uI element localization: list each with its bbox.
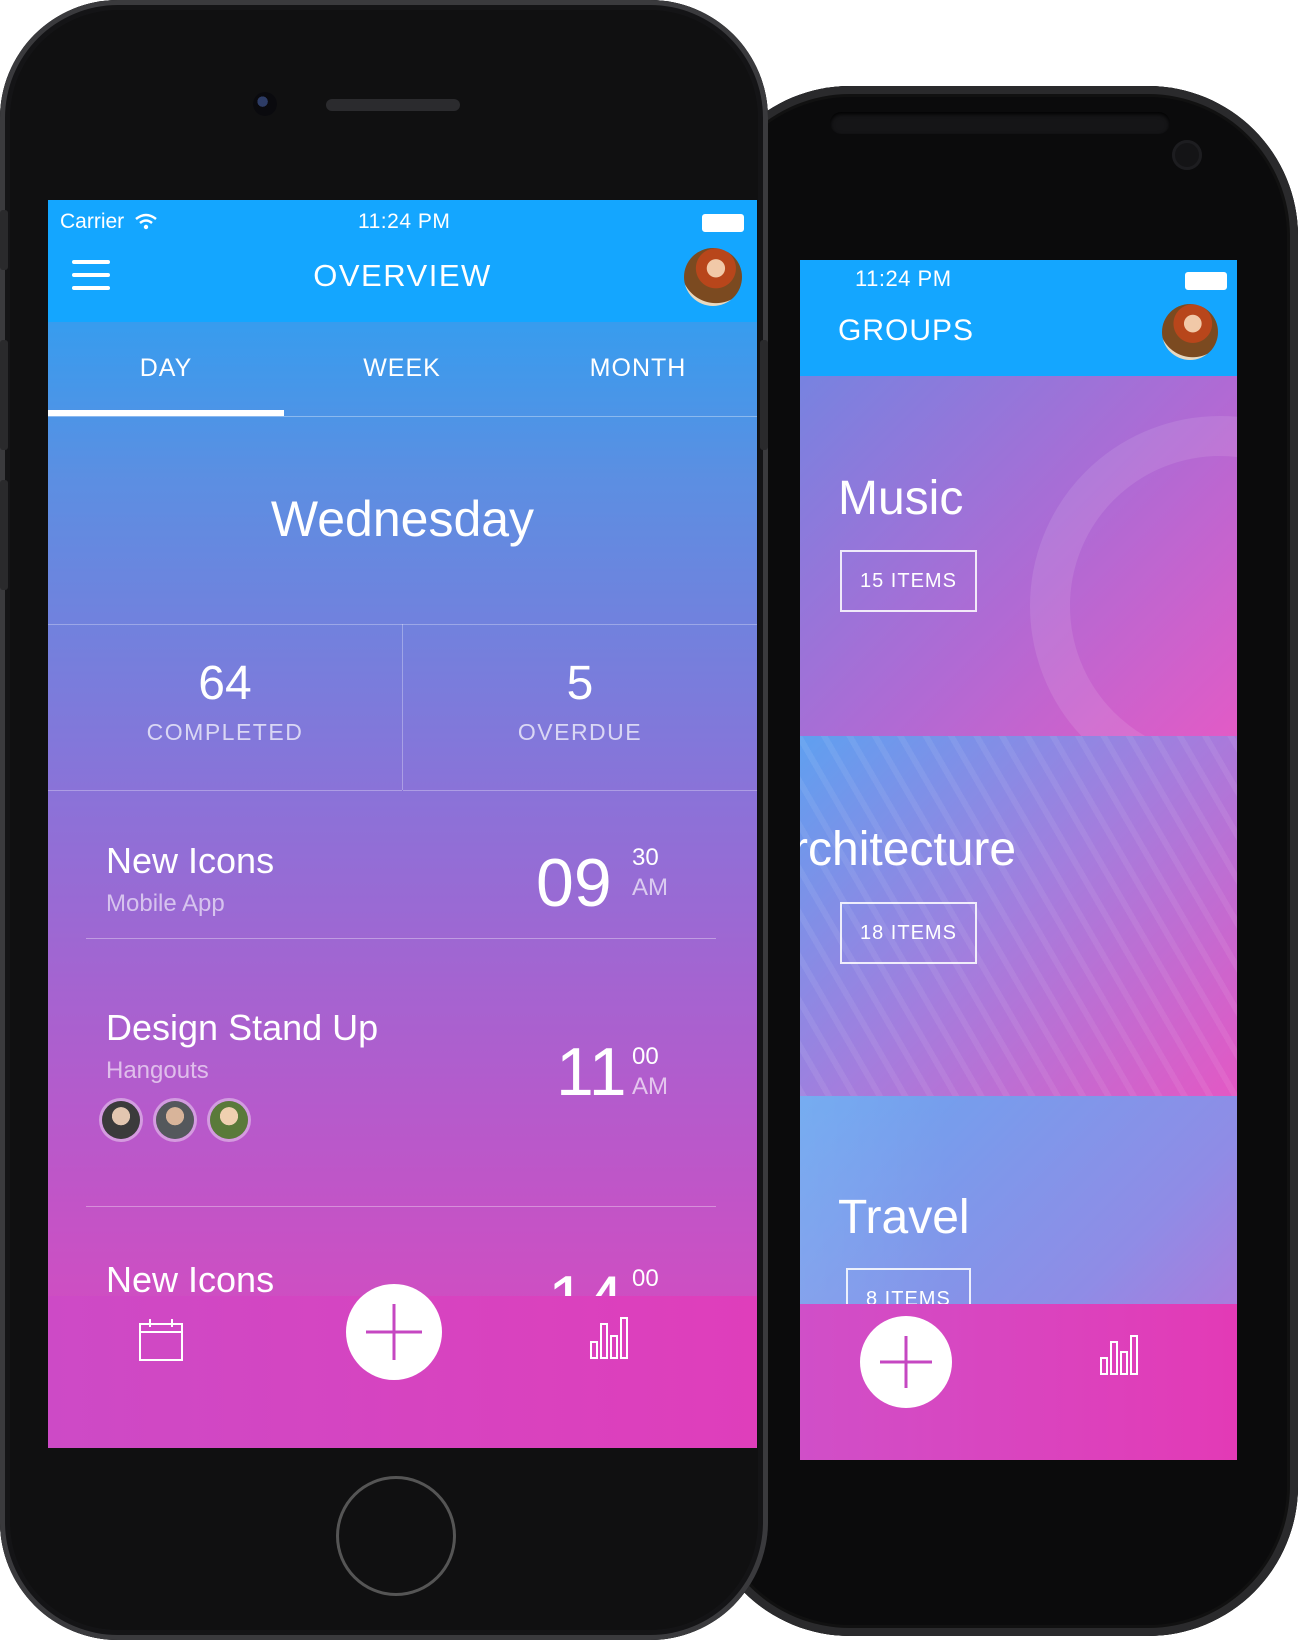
event-row[interactable]: New Icons Mobile App 09 30 AM [48,790,757,938]
event-subtitle: Hangouts [106,1057,209,1084]
status-time: 11:24 PM [855,266,952,291]
battery-icon [1185,272,1227,290]
event-title: New Icons [106,840,275,881]
stat-label: COMPLETED [146,719,304,745]
android-camera [1172,140,1202,170]
stat-completed: 64 COMPLETED [48,624,402,791]
day-heading: Wednesday [48,416,757,625]
mute-switch [0,210,8,270]
overview-header: Carrier 11:24 PM OVERVIEW [48,200,757,322]
event-hour: 09 [536,845,612,921]
plus-icon [880,1336,932,1388]
status-time: 11:24 PM [358,210,451,233]
headphones-image [1030,416,1237,736]
event-row[interactable]: New Icons 14 00 [48,1207,757,1296]
page-title: GROUPS [838,314,975,347]
event-minute: 00 [632,1265,659,1292]
profile-avatar[interactable] [684,248,742,306]
status-carrier: Carrier [60,210,158,234]
event-subtitle: Mobile App [106,890,225,917]
tab-month[interactable]: MONTH [520,322,756,416]
event-ampm: AM [632,1073,668,1100]
attendee-avatar[interactable] [102,1101,140,1139]
event-hour: 14 [548,1261,624,1296]
attendee-avatar[interactable] [156,1101,194,1139]
plus-icon [366,1304,422,1360]
power-button [760,340,768,450]
bar-chart-icon[interactable] [1100,1332,1142,1376]
wifi-icon [135,213,157,230]
event-title: Design Stand Up [106,1007,379,1048]
attendee-avatar[interactable] [210,1101,248,1139]
group-card-architecture[interactable]: Architecture 18 ITEMS [800,736,1237,1096]
event-hour: 11 [556,1034,627,1110]
profile-avatar[interactable] [1162,304,1218,360]
group-title: Music [838,472,964,525]
android-speaker-grille [830,112,1170,134]
event-row[interactable]: Design Stand Up Hangouts 11 00 AM [48,939,757,1207]
stat-value: 5 [566,657,594,710]
group-card-music[interactable]: Music 15 ITEMS [800,376,1237,736]
event-ampm: AM [632,874,668,901]
add-button[interactable] [346,1284,442,1380]
front-camera [253,92,277,116]
bottom-toolbar [800,1304,1237,1460]
groups-screen: 11:24 PM GROUPS Music 15 ITEMS Architect… [800,260,1237,1460]
groups-header: 11:24 PM GROUPS [800,260,1237,376]
tab-day[interactable]: DAY [48,322,284,416]
event-minute: 30 [632,844,659,871]
stat-value: 64 [198,657,252,710]
group-item-count-badge: 18 ITEMS [840,902,977,964]
page-title: OVERVIEW [313,258,492,293]
stat-overdue: 5 OVERDUE [403,624,757,791]
volume-up-button [0,340,8,450]
home-button[interactable] [336,1476,456,1596]
period-tabs: DAY WEEK MONTH [48,322,757,417]
battery-icon [702,214,744,232]
bar-chart-icon[interactable] [590,1314,632,1360]
event-minute: 00 [632,1043,659,1070]
calendar-icon[interactable] [138,1318,184,1362]
overview-screen: Carrier 11:24 PM OVERVIEW DAY WEEK MONTH… [48,200,757,1448]
group-item-count-badge: 15 ITEMS [840,550,977,612]
add-button[interactable] [860,1316,952,1408]
volume-down-button [0,480,8,590]
group-title: Architecture [800,823,1017,876]
stat-label: OVERDUE [517,719,643,745]
bottom-toolbar [48,1284,757,1448]
group-title: Travel [838,1191,970,1244]
earpiece-speaker [326,99,460,111]
carrier-label: Carrier [60,210,125,233]
event-title: New Icons [106,1259,275,1296]
tab-week[interactable]: WEEK [284,322,520,416]
